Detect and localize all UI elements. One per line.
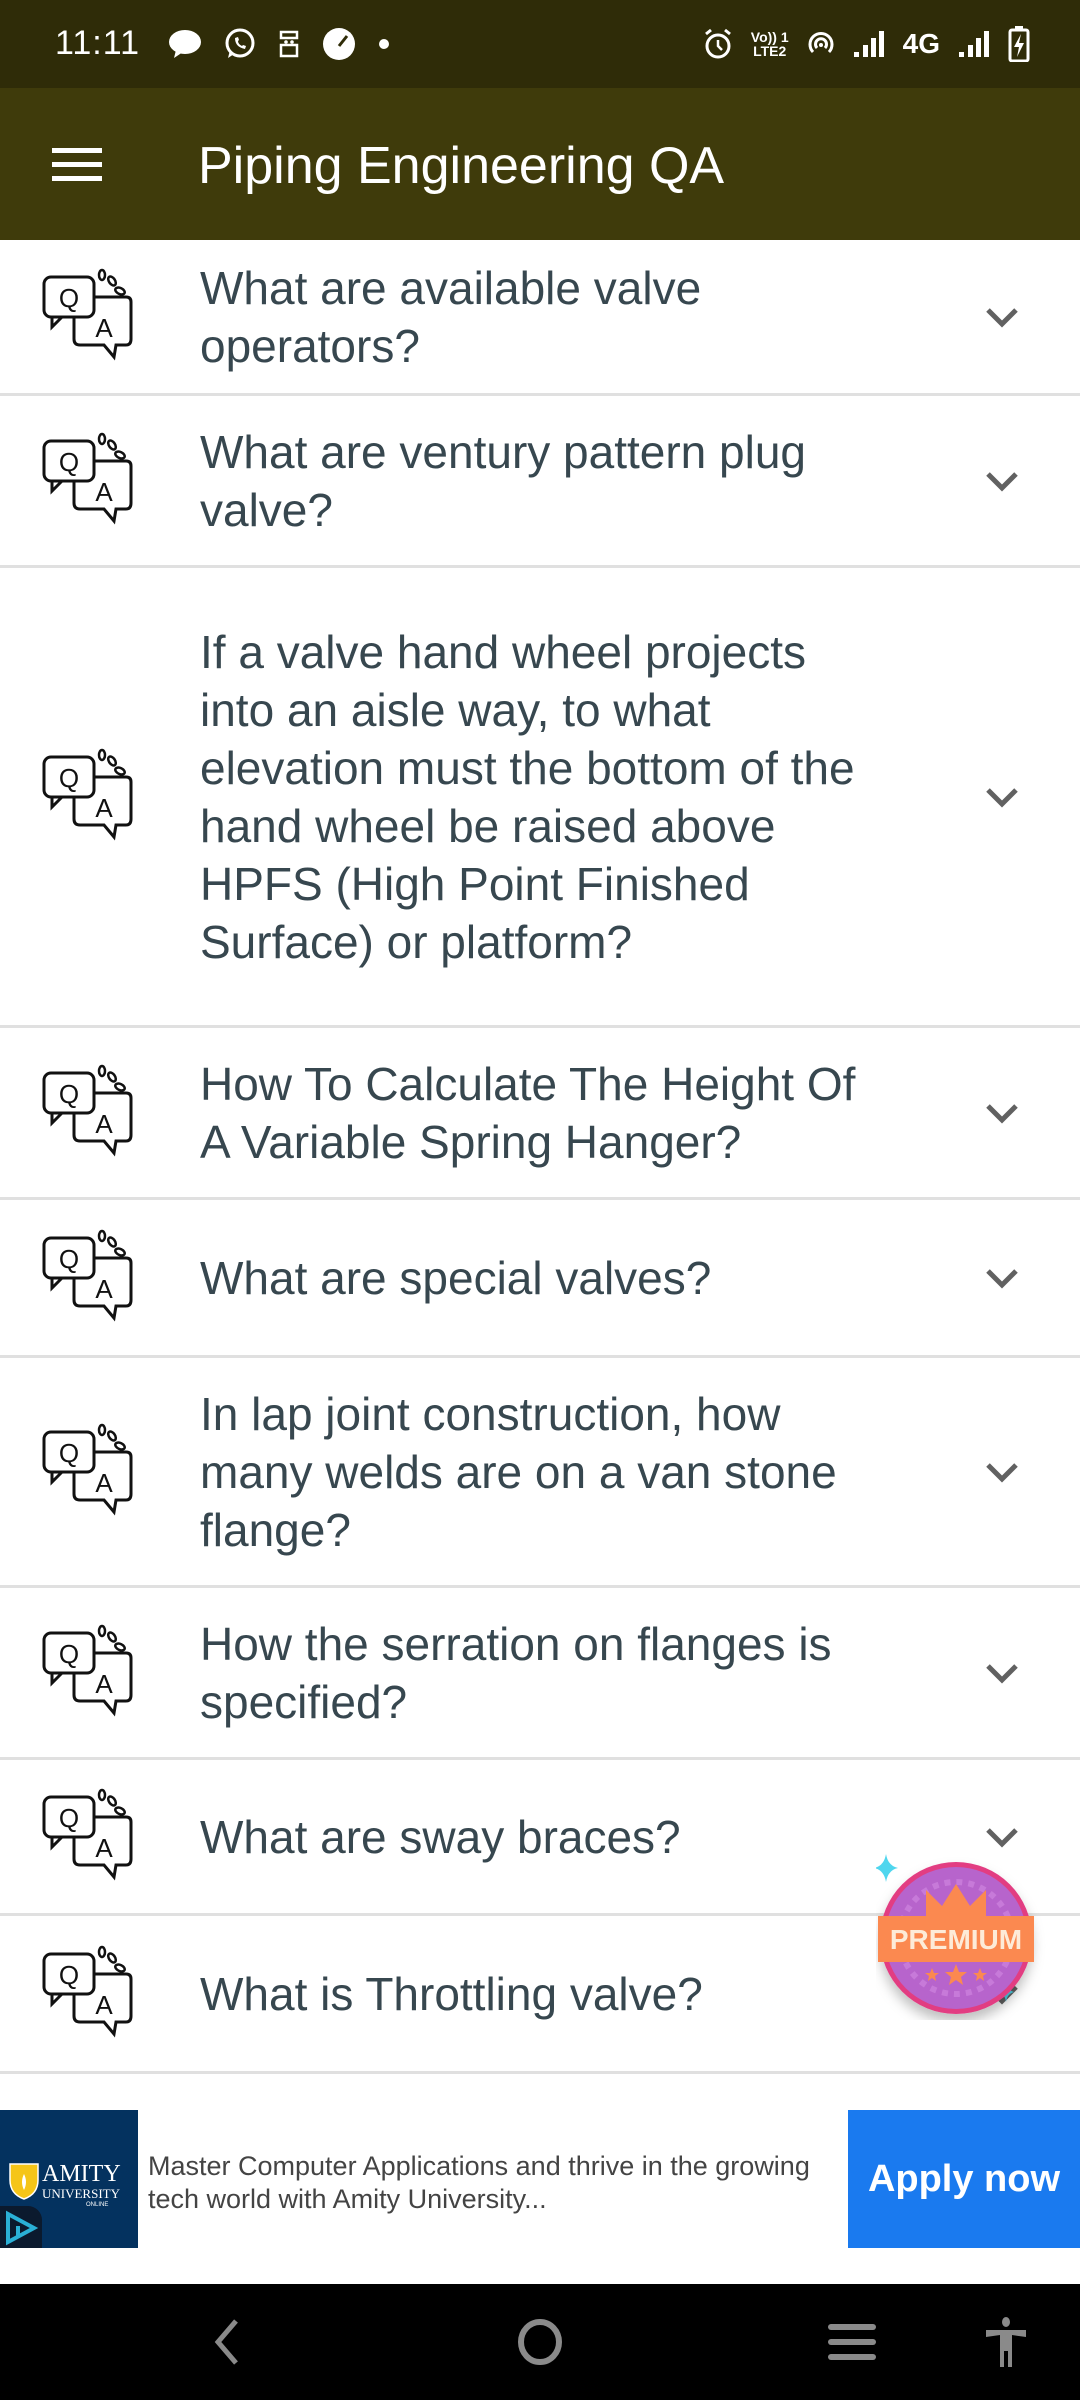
- sparkle-icon: [874, 1854, 898, 1882]
- signal-icon: [853, 30, 885, 58]
- hotspot-icon: [807, 30, 835, 58]
- app-title: Piping Engineering QA: [198, 137, 725, 195]
- home-icon: [518, 2319, 562, 2365]
- question-row[interactable]: Q A If a valve hand wheel projects into an…: [0, 568, 1080, 1028]
- qa-chat-icon: QA: [38, 747, 138, 847]
- chevron-down-icon[interactable]: [978, 457, 1026, 505]
- question-list: Q A What are available valve operators? Q A W…: [0, 240, 1080, 2074]
- question-text: What are sway braces?: [200, 1810, 681, 1863]
- question-text: What are ventury pattern plug valve?: [200, 425, 806, 536]
- home-button[interactable]: [480, 2284, 600, 2400]
- question-text: How To Calculate The Height Of A Variabl…: [200, 1057, 856, 1168]
- more-notifications-dot-icon: [378, 38, 390, 50]
- status-bar: 11:11 Vo)) 1 LTE2 4G: [0, 0, 1080, 88]
- question-text: What is Throttling valve?: [200, 1967, 703, 2020]
- amity-logo: AMITY UNIVERSITY ONLINE: [0, 2110, 138, 2248]
- chevron-down-icon[interactable]: [978, 293, 1026, 341]
- svg-text:Q: Q: [59, 1079, 79, 1109]
- question-row[interactable]: Q A In lap joint construction, how many we…: [0, 1358, 1080, 1588]
- back-icon: [214, 2319, 238, 2365]
- question-text: If a valve hand wheel projects into an a…: [200, 625, 855, 968]
- system-status-icons: Vo)) 1 LTE2 4G: [703, 24, 1030, 64]
- notification-icons: [168, 24, 390, 64]
- question-row[interactable]: Q A How the serration on flanges is specif…: [0, 1588, 1080, 1760]
- speedometer-icon: [322, 27, 356, 61]
- hamburger-menu-icon[interactable]: [40, 134, 112, 194]
- network-type: 4G: [902, 28, 940, 59]
- ad-description: Master Computer Applications and thrive …: [148, 2151, 810, 2214]
- svg-text:A: A: [95, 1833, 113, 1863]
- amity-shield-icon: [9, 2163, 39, 2200]
- qa-chat-icon: QA: [38, 1787, 138, 1887]
- svg-text:Q: Q: [59, 283, 79, 313]
- svg-text:Q: Q: [59, 1960, 79, 1990]
- qa-chat-icon: QA: [38, 1623, 138, 1723]
- app-bar: Piping Engineering QA: [0, 88, 1080, 240]
- back-button[interactable]: [168, 2284, 288, 2400]
- question-row[interactable]: Q A What are available valve operators?: [0, 240, 1080, 396]
- question-text: In lap joint construction, how many weld…: [200, 1387, 837, 1556]
- question-text: How the serration on flanges is specifie…: [200, 1617, 832, 1728]
- premium-badge[interactable]: PREMIUM: [874, 1850, 1046, 2020]
- qa-chat-icon: QA: [38, 1944, 138, 2044]
- qa-chat-icon: QA: [38, 1422, 138, 1522]
- chevron-down-icon[interactable]: [978, 1089, 1026, 1137]
- ad-banner[interactable]: AMITY UNIVERSITY ONLINE Master Computer …: [0, 2110, 1080, 2248]
- robot-icon: [278, 29, 300, 59]
- svg-text:A: A: [95, 1669, 113, 1699]
- svg-text:A: A: [95, 1990, 113, 2020]
- status-time: 11:11: [55, 24, 141, 62]
- qa-chat-icon: QA: [38, 431, 138, 531]
- alarm-icon: [703, 28, 733, 60]
- system-nav-bar: [0, 2284, 1080, 2400]
- svg-text:Q: Q: [59, 1803, 79, 1833]
- whatsapp-icon: [224, 28, 256, 60]
- svg-text:Q: Q: [59, 1244, 79, 1274]
- recents-button[interactable]: [792, 2284, 912, 2400]
- question-row[interactable]: Q A What are ventury pattern plug valve?: [0, 396, 1080, 568]
- svg-text:Q: Q: [59, 1639, 79, 1669]
- question-row[interactable]: Q A How To Calculate The Height Of A Varia…: [0, 1028, 1080, 1200]
- svg-text:A: A: [95, 793, 113, 823]
- chevron-down-icon[interactable]: [978, 1448, 1026, 1496]
- adchoices-icon[interactable]: [0, 2206, 42, 2248]
- question-text: What are available valve operators?: [200, 261, 702, 372]
- recents-icon: [828, 2324, 876, 2360]
- chevron-down-icon[interactable]: [978, 1649, 1026, 1697]
- svg-text:A: A: [95, 477, 113, 507]
- question-row[interactable]: Q A What are special valves?: [0, 1200, 1080, 1358]
- svg-text:Q: Q: [59, 763, 79, 793]
- qa-chat-icon: QA: [38, 1063, 138, 1163]
- qa-chat-icon: QA: [38, 267, 138, 367]
- accessibility-icon: [986, 2317, 1026, 2367]
- apply-now-button[interactable]: Apply now: [848, 2110, 1080, 2248]
- chevron-down-icon[interactable]: [978, 773, 1026, 821]
- signal-icon: [958, 30, 990, 58]
- chat-bubble-icon: [168, 28, 202, 60]
- accessibility-button[interactable]: [946, 2284, 1066, 2400]
- question-text: What are special valves?: [200, 1251, 712, 1304]
- svg-text:A: A: [95, 1109, 113, 1139]
- svg-text:Q: Q: [59, 447, 79, 477]
- volte-icon: Vo)) 1 LTE2: [750, 29, 789, 59]
- battery-charging-icon: [1008, 26, 1030, 62]
- chevron-down-icon[interactable]: [978, 1254, 1026, 1302]
- premium-label: PREMIUM: [890, 1924, 1022, 1955]
- svg-text:A: A: [95, 313, 113, 343]
- svg-text:A: A: [95, 1274, 113, 1304]
- svg-text:Q: Q: [59, 1438, 79, 1468]
- qa-chat-icon: QA: [38, 1228, 138, 1328]
- svg-text:A: A: [95, 1468, 113, 1498]
